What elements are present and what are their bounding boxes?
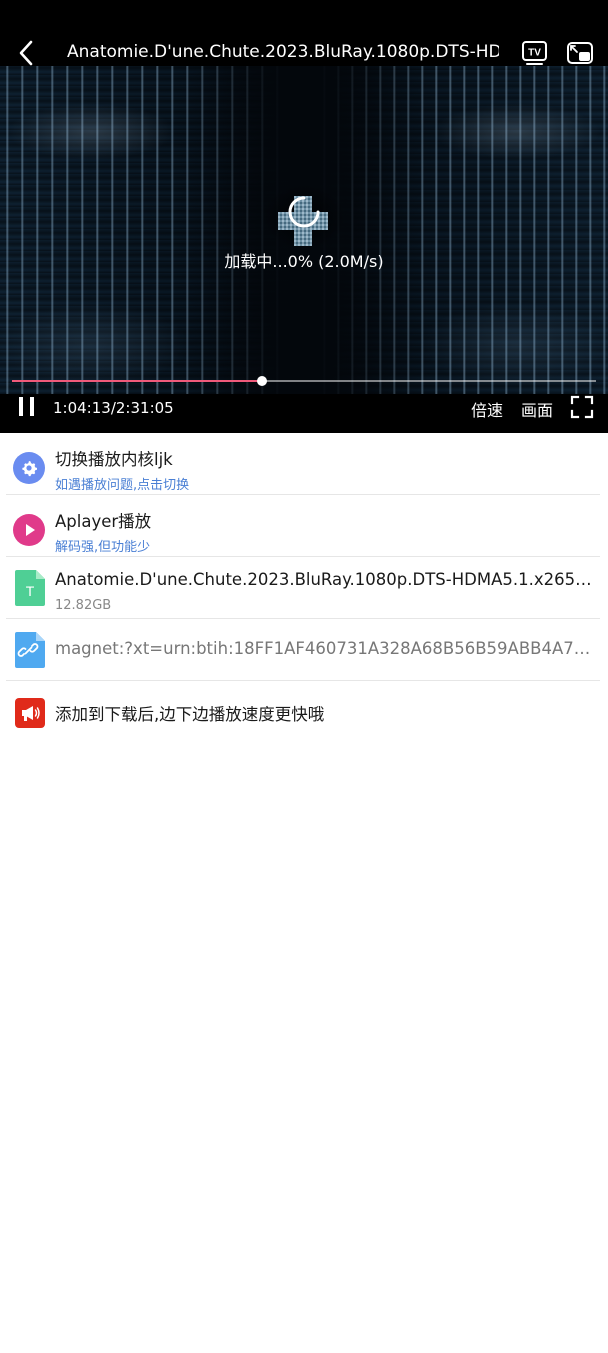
magnet-link-item[interactable]: magnet:?xt=urn:btih:18FF1AF460731A328A68… — [0, 619, 608, 681]
svg-text:TV: TV — [528, 48, 541, 59]
tv-cast-icon[interactable]: TV — [520, 39, 550, 69]
seek-bar[interactable] — [12, 375, 596, 387]
pause-icon[interactable] — [16, 396, 38, 418]
list-item-title: Anatomie.D'une.Chute.2023.BluRay.1080p.D… — [55, 570, 595, 589]
video-player[interactable]: Anatomie.D'une.Chute.2023.BluRay.1080p.D… — [0, 0, 608, 433]
aplayer-item[interactable]: Aplayer播放 解码强,但功能少 — [0, 495, 608, 557]
switch-player-core-item[interactable]: 切换播放内核ljk 如遇播放问题,点击切换 — [0, 433, 608, 495]
list-item-title: Aplayer播放 — [55, 512, 152, 531]
loading-status-text: 加载中...0% (2.0M/s) — [224, 252, 384, 271]
list-item-title: 切换播放内核ljk — [55, 450, 173, 469]
file-info-item[interactable]: T Anatomie.D'une.Chute.2023.BluRay.1080p… — [0, 557, 608, 619]
list-item-subtitle: 解码强,但功能少 — [55, 540, 151, 555]
seek-thumb[interactable] — [257, 376, 267, 386]
megaphone-icon — [15, 698, 45, 728]
speed-button[interactable]: 倍速 — [471, 397, 503, 421]
playback-time: 1:04:13/2:31:05 — [53, 399, 174, 417]
svg-text:T: T — [26, 583, 35, 599]
play-icon — [13, 514, 45, 546]
spinner-icon — [286, 194, 322, 230]
aspect-ratio-button[interactable]: 画面 — [521, 397, 553, 421]
player-options-list: 切换播放内核ljk 如遇播放问题,点击切换 Aplayer播放 解码强,但功能少… — [0, 433, 608, 743]
list-item-title: 添加到下载后,边下边播放速度更快哦 — [55, 705, 325, 724]
list-item-subtitle: 如遇播放问题,点击切换 — [55, 478, 190, 493]
video-title: Anatomie.D'une.Chute.2023.BluRay.1080p.D… — [67, 42, 499, 62]
picture-in-picture-icon[interactable] — [565, 39, 595, 69]
seek-bar-played — [12, 380, 262, 382]
download-tip-item[interactable]: 添加到下载后,边下边播放速度更快哦 — [0, 681, 608, 743]
gear-icon — [13, 452, 45, 484]
magnet-link-text: magnet:?xt=urn:btih:18FF1AF460731A328A68… — [55, 639, 595, 658]
player-top-bar: Anatomie.D'une.Chute.2023.BluRay.1080p.D… — [0, 30, 608, 78]
player-controls: 1:04:13/2:31:05 倍速 画面 — [0, 392, 608, 424]
fullscreen-icon[interactable] — [570, 395, 594, 419]
file-size: 12.82GB — [55, 598, 112, 613]
link-file-icon — [15, 632, 45, 668]
text-file-icon: T — [15, 570, 45, 606]
chevron-left-icon[interactable] — [12, 38, 42, 68]
loading-indicator: 加载中...0% (2.0M/s) — [0, 184, 608, 274]
